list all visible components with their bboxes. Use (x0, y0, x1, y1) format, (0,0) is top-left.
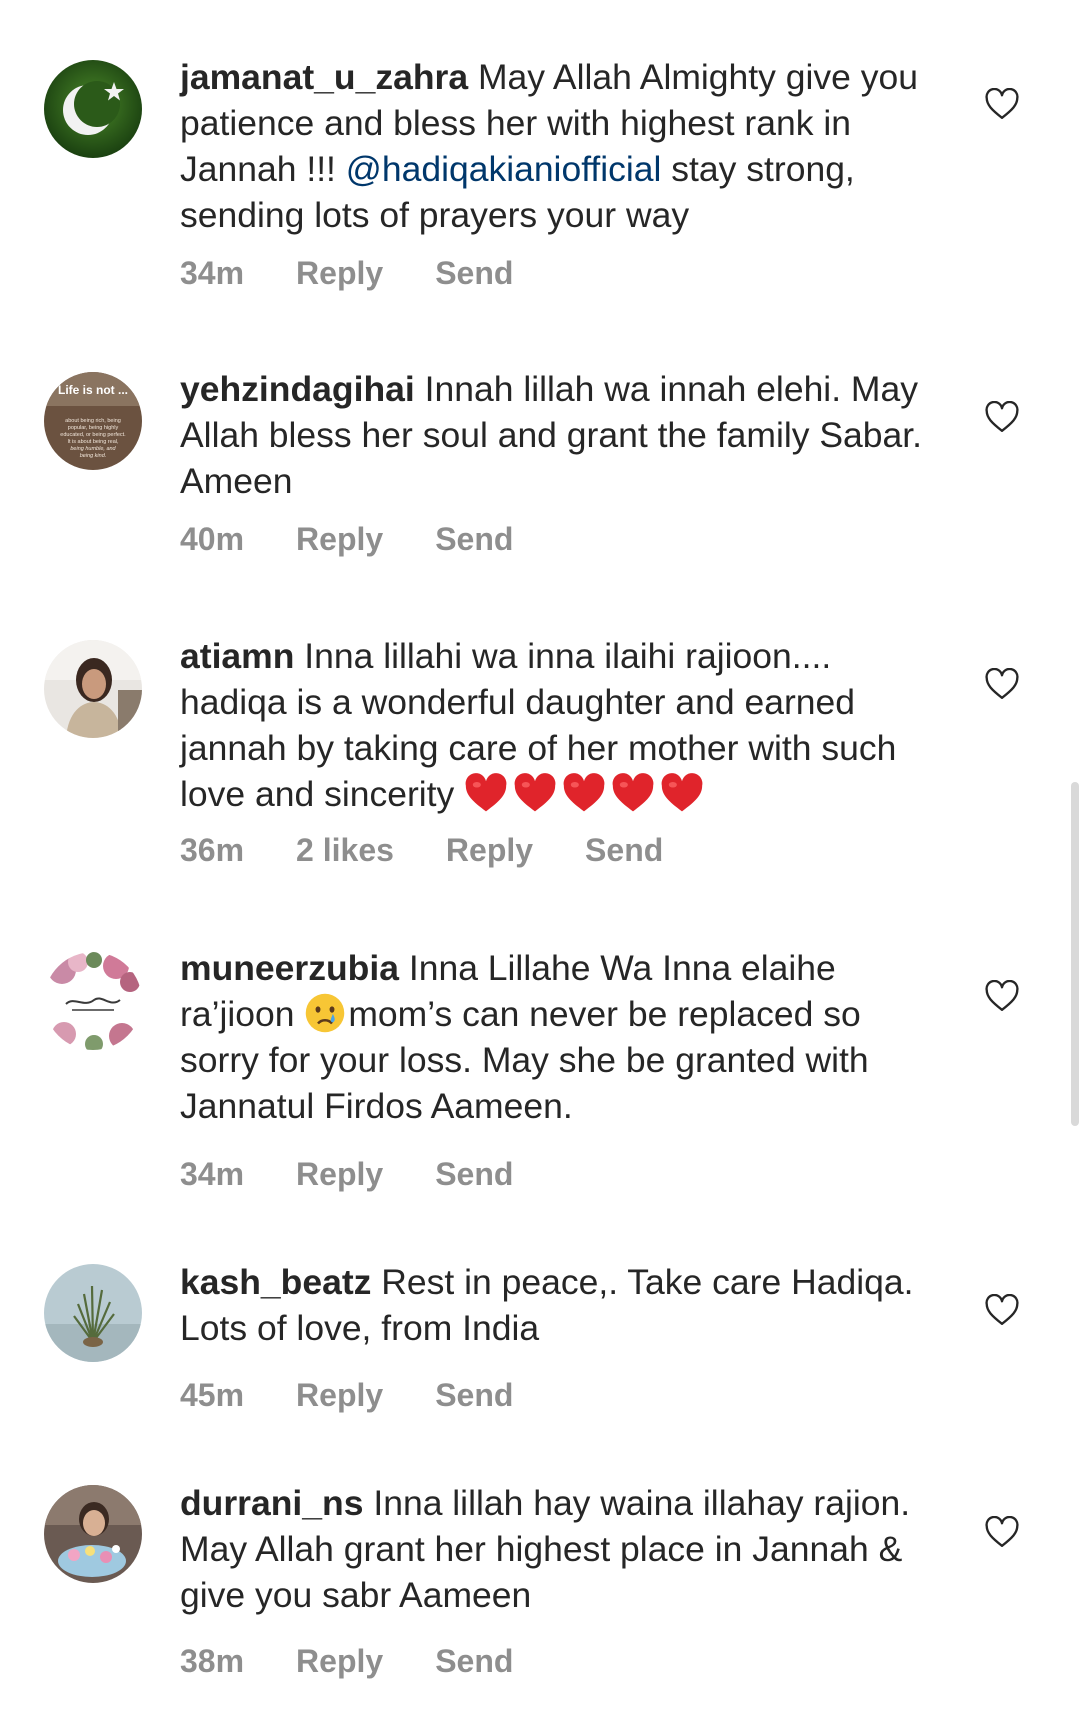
username[interactable]: muneerzubia (180, 948, 399, 988)
svg-text:It is about being real,: It is about being real, (67, 439, 119, 445)
comment-text: atiamn Inna lillahi wa inna ilaihi rajio… (180, 636, 897, 814)
mention-link[interactable]: @hadiqakianiofficial (346, 149, 662, 189)
like-heart-icon[interactable] (984, 980, 1020, 1012)
username[interactable]: yehzindagihai (180, 369, 415, 409)
comment-text: yehzindagihai Innah lillah wa innah eleh… (180, 369, 922, 501)
like-heart-icon[interactable] (984, 401, 1020, 433)
comment-text: durrani_ns Inna lillah hay waina illahay… (180, 1483, 911, 1615)
avatar[interactable] (44, 1264, 142, 1362)
floral-calligraphy-avatar-image (44, 952, 142, 1050)
svg-text:Life is not ...: Life is not ... (58, 383, 128, 397)
red-heart-emoji (562, 772, 606, 814)
timestamp: 36m (180, 832, 245, 868)
svg-text:about being rich, being: about being rich, being (65, 418, 121, 424)
timestamp: 34m (180, 1156, 245, 1192)
svg-text:being humble, and: being humble, and (70, 446, 116, 452)
comment-meta: 38m Reply Send (180, 1641, 565, 1681)
person-avatar-image (44, 640, 142, 738)
username[interactable]: durrani_ns (180, 1483, 363, 1523)
reply-button[interactable]: Reply (296, 1154, 383, 1194)
red-heart-emoji (660, 772, 704, 814)
child-avatar-image (44, 1485, 142, 1583)
timestamp: 34m (180, 255, 245, 291)
timestamp: 38m (180, 1643, 245, 1679)
red-heart-emoji (611, 772, 655, 814)
comment-text: muneerzubia Inna Lillahe Wa Inna elaihe … (180, 948, 869, 1126)
comment-meta: 36m 2 likes Reply Send (180, 830, 715, 870)
plant-avatar-image (44, 1264, 142, 1362)
avatar[interactable] (44, 1485, 142, 1583)
svg-text:being kind.: being kind. (80, 453, 107, 459)
heart-emojis (464, 772, 709, 814)
comment-meta: 34m Reply Send (180, 253, 565, 293)
send-button[interactable]: Send (435, 1641, 513, 1681)
svg-text:popular, being highly: popular, being highly (68, 425, 119, 431)
comment-meta: 45m Reply Send (180, 1375, 565, 1415)
like-heart-icon[interactable] (984, 1294, 1020, 1326)
comment-text: kash_beatz Rest in peace,. Take care Had… (180, 1262, 914, 1348)
timestamp: 45m (180, 1377, 245, 1413)
quote-avatar-image: Life is not ... about being rich, being … (44, 372, 142, 470)
username[interactable]: jamanat_u_zahra (180, 57, 468, 97)
red-heart-emoji (513, 772, 557, 814)
crying-face-emoji (304, 992, 346, 1034)
comment-meta: 34m Reply Send (180, 1154, 565, 1194)
username[interactable]: kash_beatz (180, 1262, 371, 1302)
timestamp: 40m (180, 521, 245, 557)
send-button[interactable]: Send (435, 253, 513, 293)
send-button[interactable]: Send (435, 519, 513, 559)
comment-meta: 40m Reply Send (180, 519, 565, 559)
like-heart-icon[interactable] (984, 1516, 1020, 1548)
like-heart-icon[interactable] (984, 668, 1020, 700)
avatar[interactable]: Life is not ... about being rich, being … (44, 372, 142, 470)
send-button[interactable]: Send (435, 1154, 513, 1194)
username[interactable]: atiamn (180, 636, 294, 676)
scrollbar[interactable] (1071, 782, 1079, 1126)
reply-button[interactable]: Reply (296, 1375, 383, 1415)
like-heart-icon[interactable] (984, 88, 1020, 120)
likes-count[interactable]: 2 likes (296, 830, 394, 870)
svg-text:educated, or being perfect.: educated, or being perfect. (60, 432, 126, 438)
reply-button[interactable]: Reply (296, 253, 383, 293)
comment-text: jamanat_u_zahra May Allah Almighty give … (180, 57, 918, 235)
send-button[interactable]: Send (585, 830, 663, 870)
avatar[interactable] (44, 952, 142, 1050)
crescent-star-avatar-image (44, 60, 142, 158)
send-button[interactable]: Send (435, 1375, 513, 1415)
avatar[interactable] (44, 60, 142, 158)
reply-button[interactable]: Reply (296, 519, 383, 559)
reply-button[interactable]: Reply (446, 830, 533, 870)
red-heart-emoji (464, 772, 508, 814)
reply-button[interactable]: Reply (296, 1641, 383, 1681)
avatar[interactable] (44, 640, 142, 738)
